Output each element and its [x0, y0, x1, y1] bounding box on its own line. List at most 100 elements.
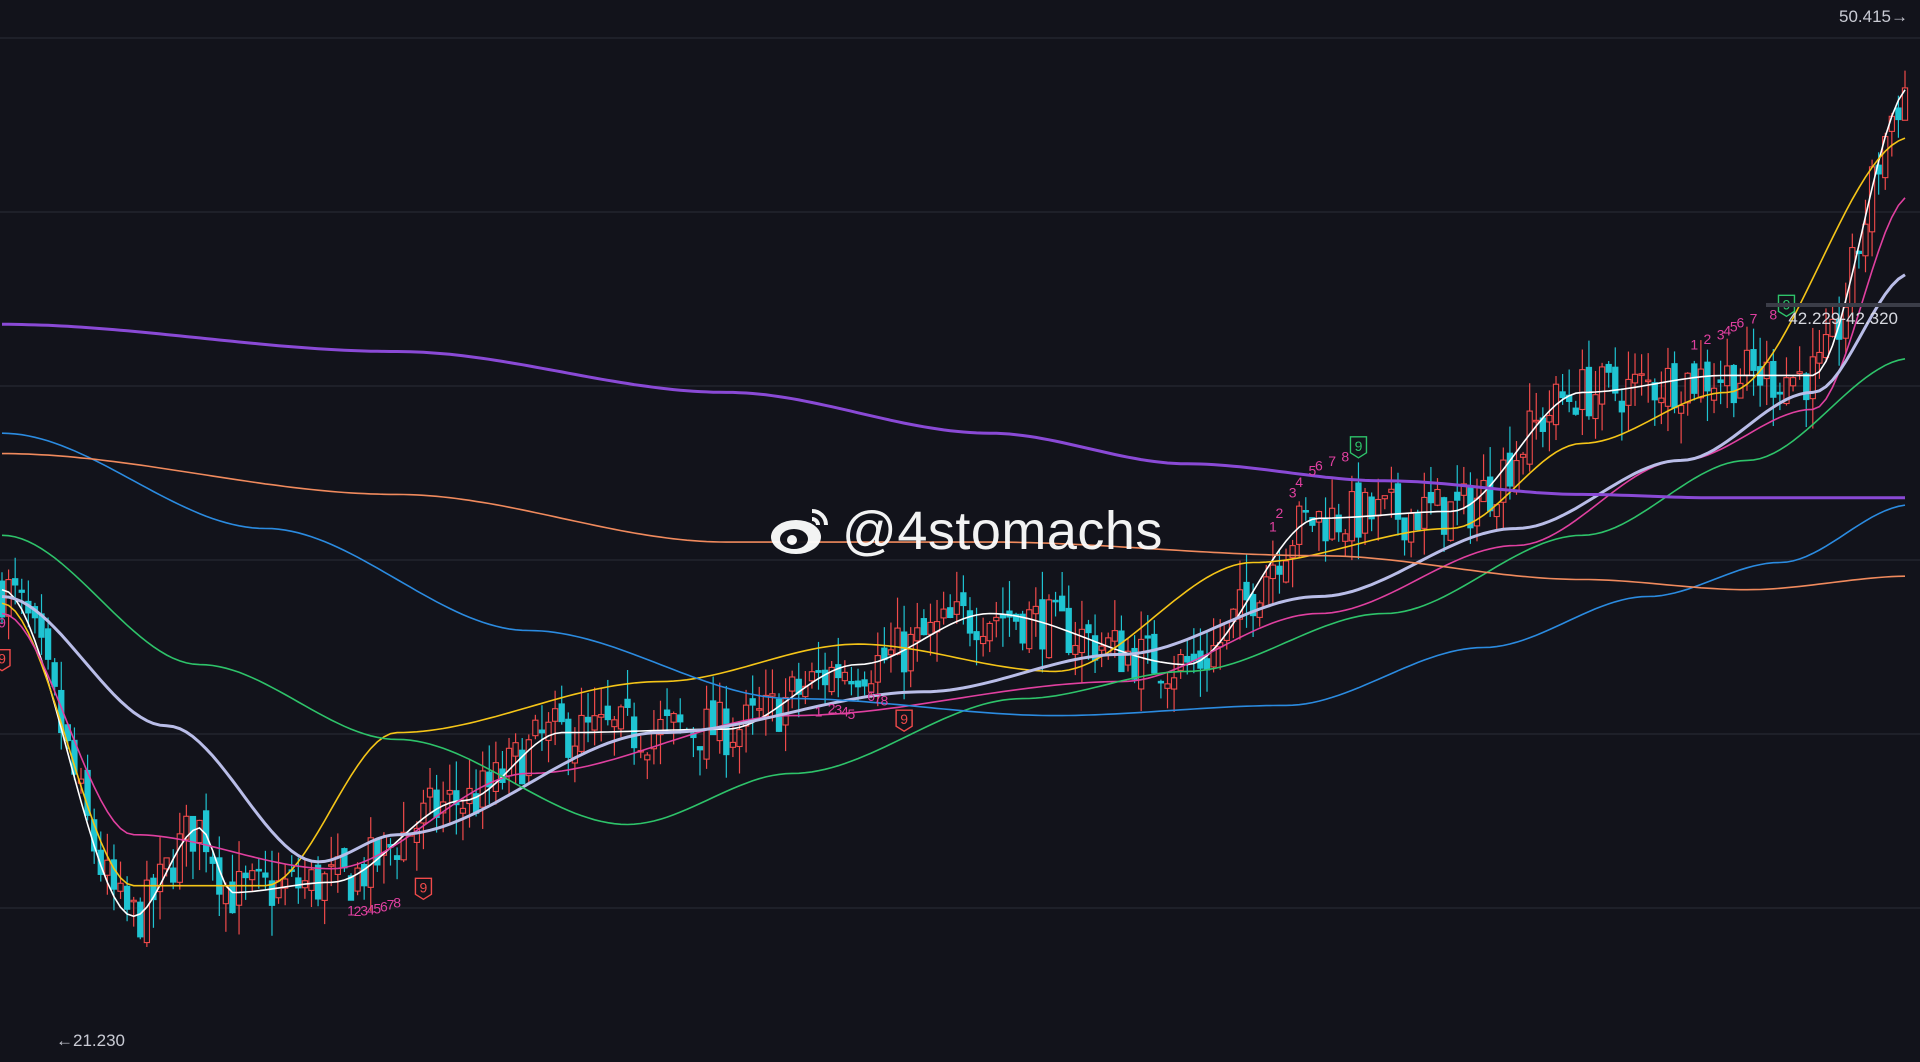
candle-body [1487, 476, 1494, 512]
candle-body [966, 610, 974, 634]
candle [900, 605, 908, 700]
candle-body [0, 580, 6, 618]
candle-body [598, 713, 605, 718]
candle [387, 838, 394, 866]
candle [189, 815, 197, 880]
candle-body [137, 901, 144, 938]
candle-body [104, 859, 111, 876]
candle-body [999, 614, 1007, 619]
candle-body [255, 868, 262, 872]
candle-body [1170, 677, 1178, 690]
candle [914, 602, 921, 662]
candle [1006, 581, 1013, 637]
candle-body [1664, 367, 1672, 407]
candle-body [1533, 419, 1540, 423]
candle-body [624, 698, 631, 708]
candle-body [841, 671, 849, 682]
candle-body [1862, 223, 1869, 257]
candle [1598, 362, 1606, 431]
candle-body [1658, 397, 1665, 404]
candle [446, 764, 453, 825]
candle [966, 597, 974, 647]
candle [1612, 347, 1619, 402]
candle-body [1895, 107, 1902, 121]
candle-body [1717, 379, 1724, 383]
candle-body [1058, 595, 1066, 612]
candle [1519, 451, 1527, 475]
candle-body [1592, 394, 1599, 420]
candle-body [275, 880, 282, 899]
candle-body [1052, 599, 1059, 603]
candle-body [18, 589, 25, 593]
candle [986, 621, 993, 653]
candle [1256, 600, 1263, 627]
candle-body [1019, 613, 1026, 644]
candle-body [1546, 414, 1553, 423]
candle [979, 617, 987, 657]
candle-body [821, 669, 829, 686]
candle-body [1184, 655, 1191, 663]
candle-body [532, 719, 539, 737]
candle [334, 833, 341, 893]
candle [591, 687, 598, 746]
td-nine-marker-label: 9 [1355, 438, 1363, 454]
candle [637, 735, 644, 759]
candle [1552, 376, 1560, 441]
candle [426, 767, 434, 815]
candle [130, 896, 137, 927]
candle-body [1638, 373, 1645, 376]
candle-body [1789, 377, 1797, 387]
moving-average-line [1, 137, 1906, 887]
candle [393, 847, 401, 880]
candle [1236, 560, 1244, 640]
candle [1572, 400, 1579, 416]
candle [854, 668, 862, 701]
candle [235, 841, 243, 935]
candle-body [584, 716, 592, 723]
candle-body [960, 592, 967, 607]
candle-body [1737, 382, 1744, 399]
candle [663, 688, 671, 734]
price-range-label: 42.229-42.320 [1788, 309, 1898, 328]
candle [1368, 492, 1375, 532]
candle [1269, 540, 1277, 604]
candle-body [393, 855, 401, 860]
candle-body [538, 729, 546, 734]
candle [1631, 353, 1639, 406]
candle-body [1322, 519, 1329, 542]
candle-body [1631, 373, 1639, 384]
candle [314, 856, 322, 907]
candle-body [44, 628, 52, 660]
td-count-label: 2 [1704, 331, 1712, 347]
candle [1526, 383, 1533, 472]
candle-body [993, 616, 1000, 622]
td-count-label: 6 [1315, 457, 1323, 473]
candle-body [644, 754, 651, 761]
candle-body [874, 655, 881, 683]
candle [841, 660, 849, 685]
td-count-label: 1 [1269, 518, 1277, 534]
candle [1045, 594, 1053, 659]
candle-body [328, 864, 335, 867]
candle [1803, 372, 1810, 428]
candle [1467, 472, 1474, 544]
candle-body [1138, 638, 1145, 690]
candle-body [1519, 453, 1527, 458]
candle [400, 801, 407, 863]
candle [538, 705, 546, 751]
candle [828, 661, 835, 696]
candle [644, 752, 651, 780]
candle [1032, 587, 1039, 637]
candle-body [848, 680, 855, 685]
candle [584, 693, 592, 743]
candle-body [479, 770, 486, 808]
candle-body [1151, 633, 1158, 674]
td-count-label: 9 [0, 615, 6, 631]
candle [1868, 159, 1876, 257]
candle-body [123, 885, 131, 910]
candle [578, 687, 585, 754]
candle-body [1730, 364, 1737, 404]
candle-body [565, 718, 572, 758]
candle [1671, 351, 1678, 414]
candle [1645, 353, 1652, 403]
